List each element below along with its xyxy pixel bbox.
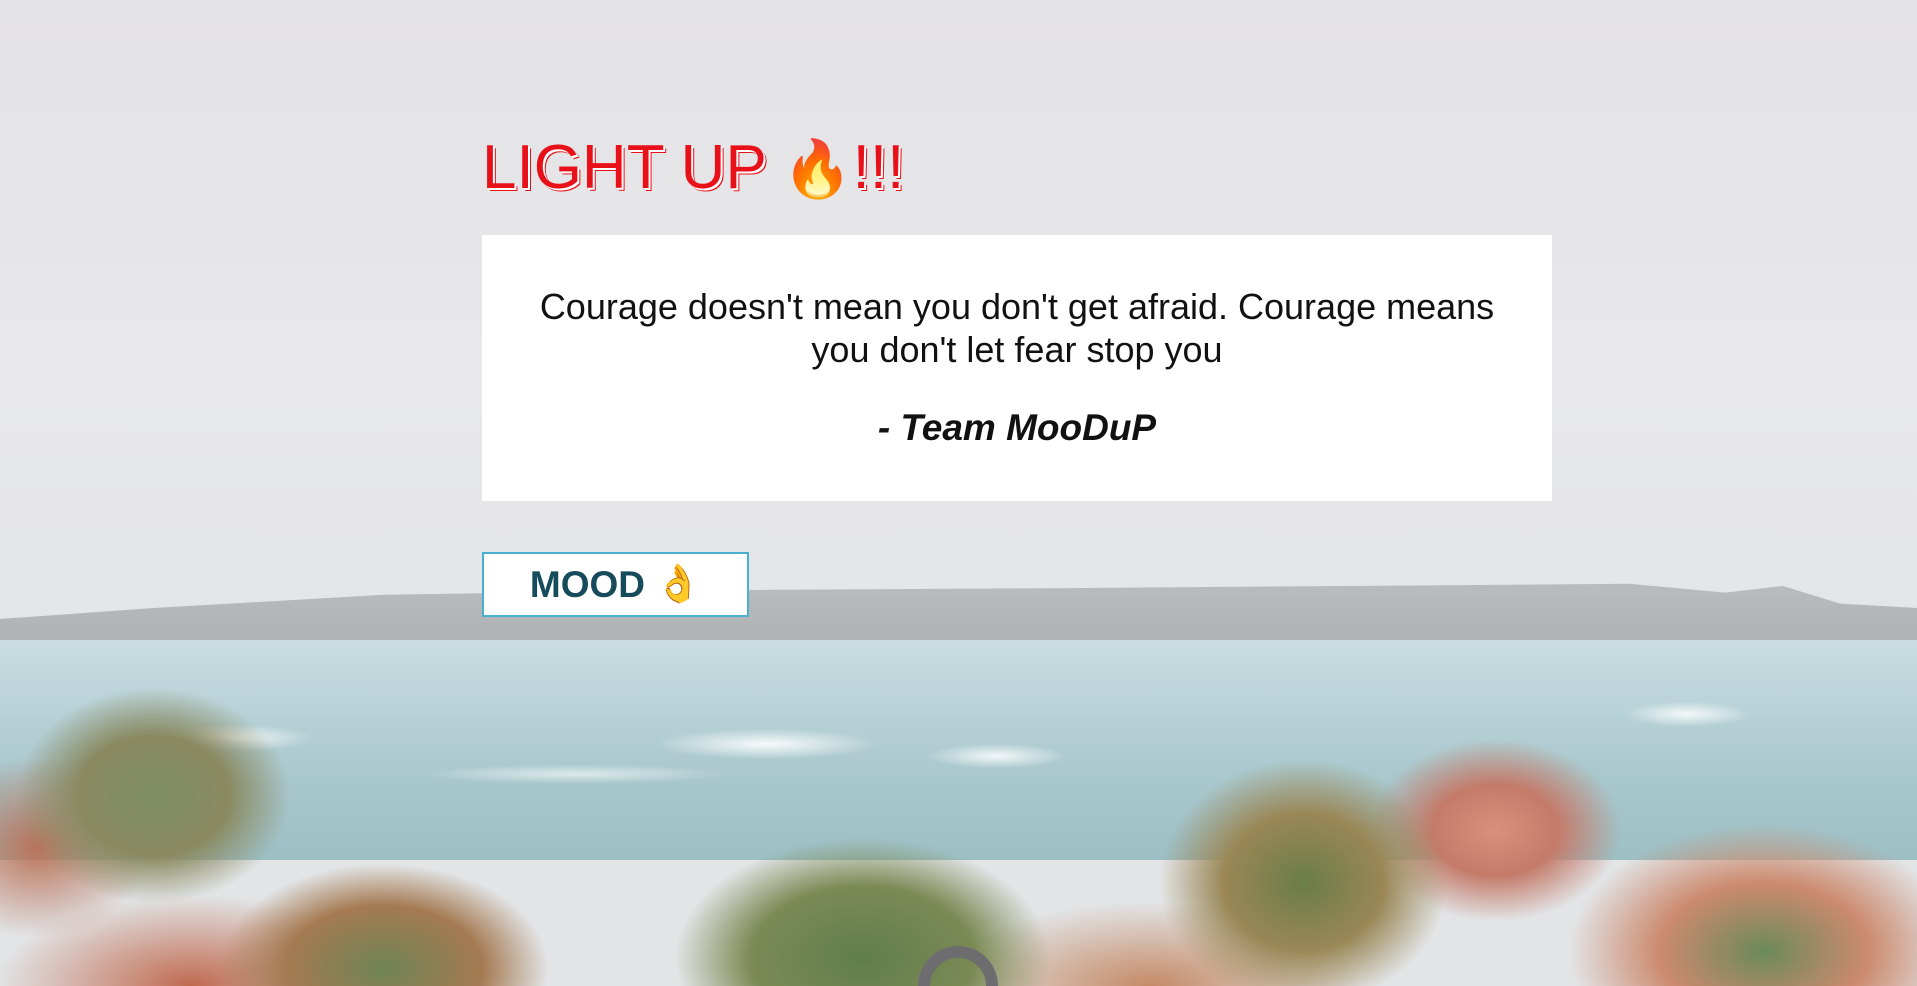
fire-icon: 🔥 — [782, 137, 853, 200]
page-title-suffix: !!! — [852, 133, 905, 202]
quote-card: Courage doesn't mean you don't get afrai… — [482, 235, 1552, 501]
page-background: LIGHT UP 🔥!!! Courage doesn't mean you d… — [0, 0, 1917, 986]
page-title: LIGHT UP 🔥!!! — [482, 132, 904, 205]
ok-hand-icon: 👌 — [655, 563, 702, 604]
background-shrubs — [0, 640, 1917, 986]
mood-button-label: MOOD — [529, 563, 646, 605]
page-title-text: LIGHT UP — [482, 133, 783, 202]
quote-text: Courage doesn't mean you don't get afrai… — [539, 286, 1495, 370]
mood-button[interactable]: MOOD 👌 — [482, 552, 749, 617]
quote-author: - Team MooDuP — [877, 407, 1157, 448]
